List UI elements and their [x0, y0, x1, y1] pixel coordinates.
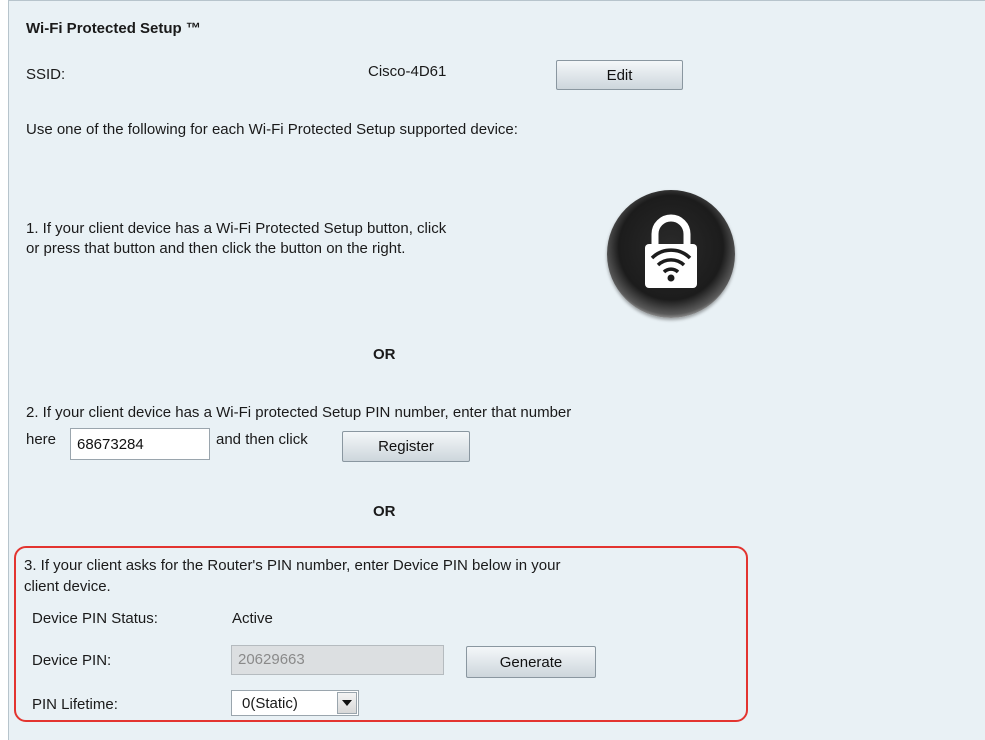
or-divider-2: OR: [373, 503, 396, 520]
option2-then-click-text: and then click: [216, 431, 308, 448]
or-divider-1: OR: [373, 346, 396, 363]
pin-lifetime-select[interactable]: 0(Static): [231, 690, 359, 716]
ssid-label: SSID:: [26, 66, 66, 83]
device-pin-status-label: Device PIN Status:: [32, 610, 158, 627]
option3-line2: client device.: [24, 578, 111, 595]
device-pin-status-value: Active: [232, 610, 273, 627]
wps-push-button[interactable]: [607, 190, 735, 318]
chevron-down-icon[interactable]: [337, 692, 357, 714]
edit-ssid-button[interactable]: Edit: [556, 60, 683, 90]
option3-line1: 3. If your client asks for the Router's …: [24, 557, 561, 574]
option1-line2: or press that button and then click the …: [26, 240, 406, 257]
client-pin-input[interactable]: 68673284: [70, 428, 210, 460]
device-pin-label: Device PIN:: [32, 652, 112, 669]
generate-pin-button[interactable]: Generate: [466, 646, 596, 678]
section-title: Wi-Fi Protected Setup ™: [26, 20, 201, 37]
option2-here-text: here: [26, 431, 57, 448]
device-pin-field: 20629663: [231, 645, 444, 675]
pin-lifetime-label: PIN Lifetime:: [32, 696, 118, 713]
ssid-value: Cisco-4D61: [368, 63, 447, 80]
wps-lock-wifi-icon: [645, 214, 697, 288]
option2-line1: 2. If your client device has a Wi-Fi pro…: [26, 404, 572, 421]
option1-line1: 1. If your client device has a Wi-Fi Pro…: [26, 220, 447, 237]
intro-text: Use one of the following for each Wi-Fi …: [26, 121, 518, 138]
register-button[interactable]: Register: [342, 431, 470, 462]
pin-lifetime-value: 0(Static): [242, 695, 298, 712]
